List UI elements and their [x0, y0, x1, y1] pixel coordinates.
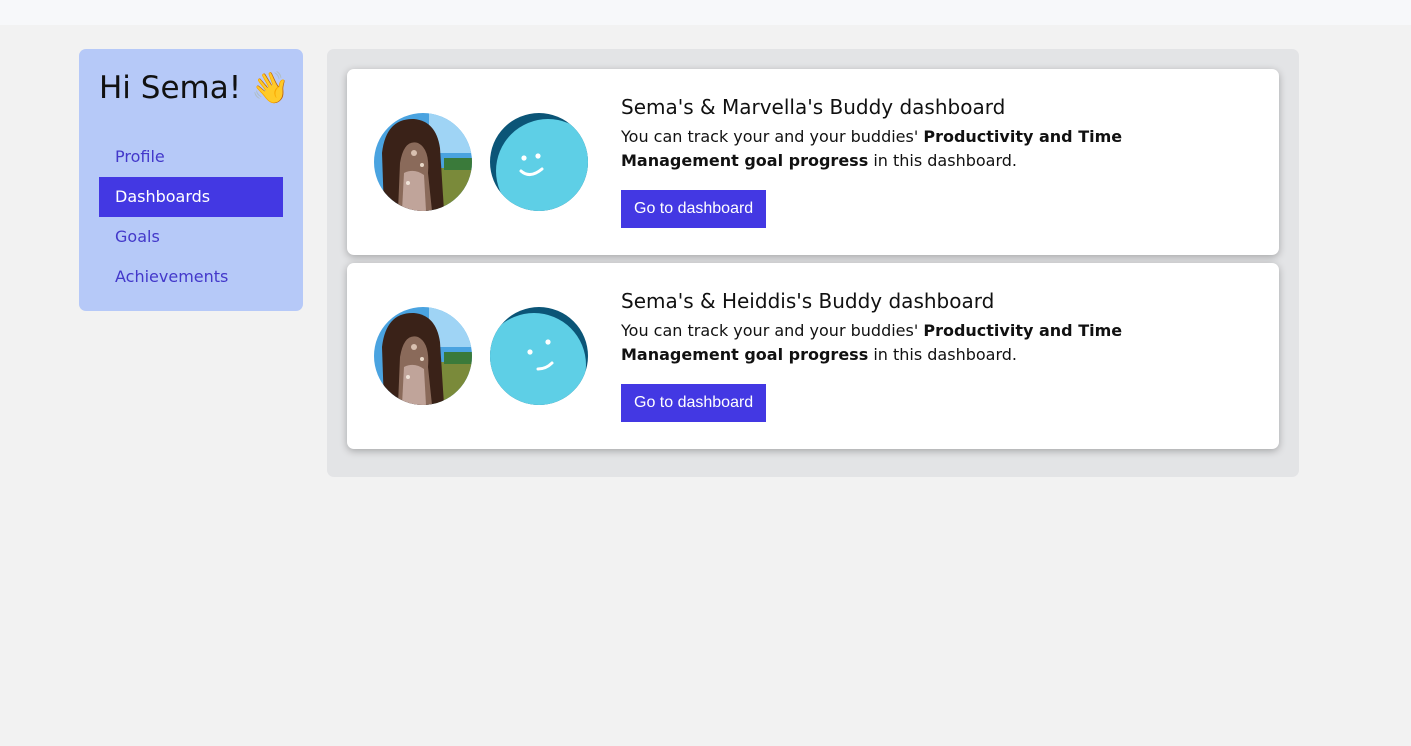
dashboard-card: Sema's & Marvella's Buddy dashboard You …: [347, 69, 1279, 255]
top-bar: [0, 0, 1411, 25]
description-suffix: in this dashboard.: [873, 345, 1017, 364]
card-body: Sema's & Heiddis's Buddy dashboard You c…: [621, 288, 1241, 422]
buddy-smiley-avatar: [490, 307, 588, 405]
card-body: Sema's & Marvella's Buddy dashboard You …: [621, 94, 1241, 228]
sidebar-item-profile[interactable]: Profile: [99, 137, 283, 177]
user-photo-avatar: [374, 307, 472, 405]
dashboards-panel: Sema's & Marvella's Buddy dashboard You …: [327, 49, 1299, 477]
sidebar-item-achievements[interactable]: Achievements: [99, 257, 283, 297]
description-suffix: in this dashboard.: [873, 151, 1017, 170]
user-photo-avatar: [374, 113, 472, 211]
dashboard-title: Sema's & Marvella's Buddy dashboard: [621, 95, 1006, 119]
dashboard-card: Sema's & Heiddis's Buddy dashboard You c…: [347, 263, 1279, 449]
go-to-dashboard-button[interactable]: Go to dashboard: [621, 190, 767, 228]
wave-icon: 👋: [251, 70, 290, 106]
dashboard-description: You can track your and your buddies' Pro…: [621, 125, 1241, 173]
dashboard-title: Sema's & Heiddis's Buddy dashboard: [621, 289, 995, 313]
go-to-dashboard-button[interactable]: Go to dashboard: [621, 384, 767, 422]
description-prefix: You can track your and your buddies': [621, 127, 919, 146]
sidebar-item-goals[interactable]: Goals: [99, 217, 283, 257]
sidebar-item-dashboards[interactable]: Dashboards: [99, 177, 283, 217]
greeting-text: Hi Sema!: [99, 70, 242, 106]
sidebar-nav: Profile Dashboards Goals Achievements: [99, 137, 283, 297]
dashboard-description: You can track your and your buddies' Pro…: [621, 319, 1241, 367]
buddy-smiley-avatar: [490, 113, 588, 211]
sidebar: Hi Sema! 👋 Profile Dashboards Goals Achi…: [79, 49, 303, 311]
description-prefix: You can track your and your buddies': [621, 321, 919, 340]
greeting-heading: Hi Sema! 👋: [99, 69, 290, 107]
